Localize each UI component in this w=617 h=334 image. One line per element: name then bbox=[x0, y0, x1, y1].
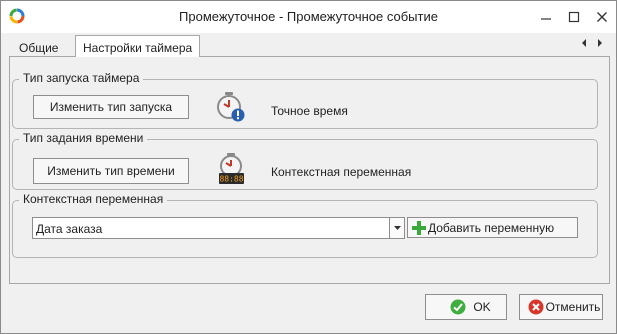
trigger-type-group-label: Тип запуска таймера bbox=[19, 71, 144, 85]
context-variable-select[interactable]: Дата заказа bbox=[32, 217, 405, 239]
chevron-down-icon[interactable] bbox=[389, 218, 404, 238]
maximize-button[interactable] bbox=[561, 5, 587, 29]
cancel-icon bbox=[528, 299, 544, 315]
plus-icon bbox=[412, 221, 426, 235]
add-variable-label: Добавить переменную bbox=[428, 220, 555, 235]
dialog-window: Промежуточное - Промежуточное событие Об… bbox=[0, 0, 617, 334]
cancel-label: Отменить bbox=[545, 300, 601, 314]
change-time-type-button[interactable]: Изменить тип времени bbox=[33, 158, 189, 184]
tab-scroll-icon bbox=[582, 39, 602, 47]
clock-digits: 88:88 bbox=[219, 175, 243, 184]
tab-general[interactable]: Общие bbox=[11, 37, 66, 58]
context-variable-group-label: Контекстная переменная bbox=[19, 192, 168, 206]
ok-button[interactable]: OK bbox=[425, 294, 507, 320]
add-variable-button[interactable]: Добавить переменную bbox=[407, 217, 578, 238]
trigger-type-value: Точное время bbox=[271, 104, 348, 118]
time-type-group-label: Тип задания времени bbox=[19, 131, 148, 145]
close-button[interactable] bbox=[589, 5, 615, 29]
minimize-button[interactable] bbox=[533, 5, 559, 29]
change-trigger-type-button[interactable]: Изменить тип запуска bbox=[33, 95, 189, 119]
window-title: Промежуточное - Промежуточное событие bbox=[179, 9, 438, 24]
context-variable-select-value: Дата заказа bbox=[36, 222, 103, 236]
tab-scroll-arrows[interactable] bbox=[580, 38, 606, 51]
tab-timer-settings[interactable]: Настройки таймера bbox=[75, 35, 201, 58]
title-bar: Промежуточное - Промежуточное событие bbox=[1, 1, 616, 33]
tab-strip: Общие Настройки таймера bbox=[9, 35, 610, 58]
check-icon bbox=[450, 299, 466, 315]
minimize-icon bbox=[541, 18, 551, 20]
close-icon bbox=[597, 12, 607, 22]
clock-alert-icon bbox=[216, 91, 246, 123]
time-type-value: Контекстная переменная bbox=[271, 165, 412, 179]
maximize-icon bbox=[568, 11, 580, 23]
ok-label: OK bbox=[473, 300, 491, 314]
cancel-button[interactable]: Отменить bbox=[519, 294, 603, 320]
clock-digital-icon: 88:88 bbox=[217, 152, 247, 186]
